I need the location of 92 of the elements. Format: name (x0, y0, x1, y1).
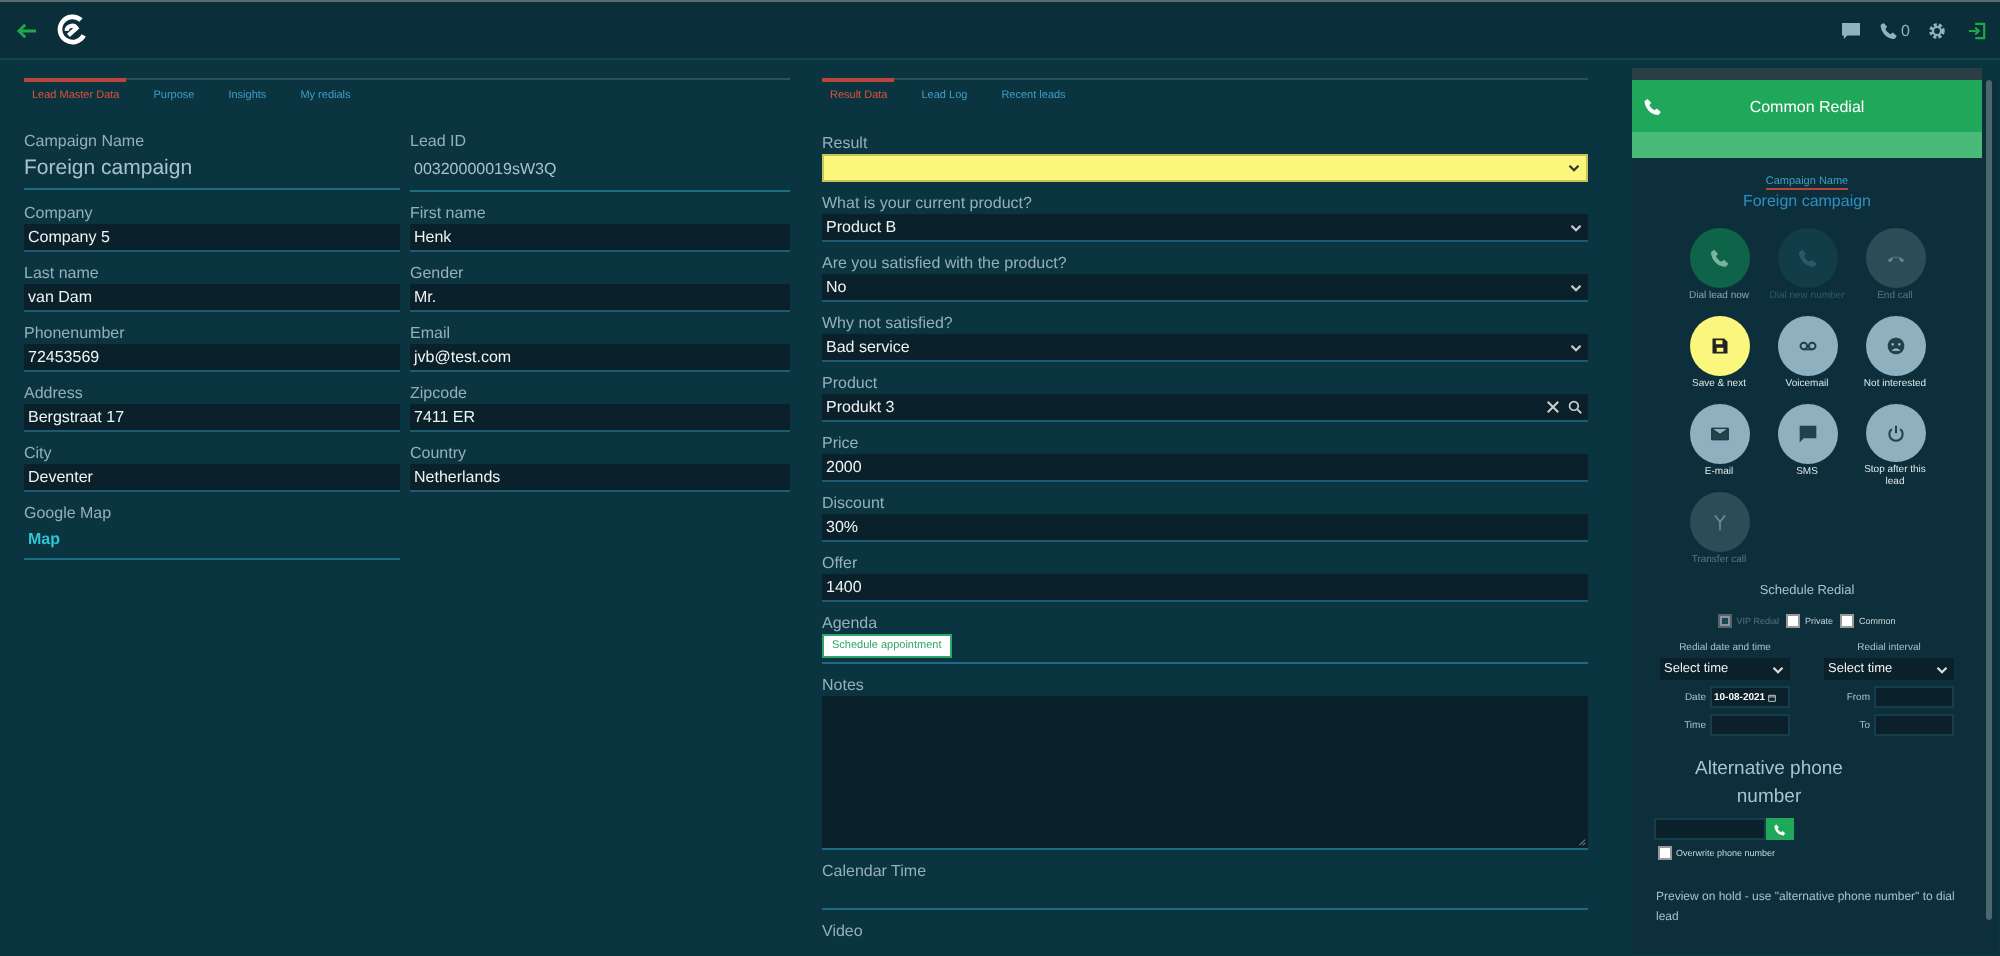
chevron-down-icon (1570, 343, 1582, 351)
field-label: Email (410, 322, 453, 344)
input-field[interactable]: Bergstraat 17 (24, 404, 400, 432)
chevron-down-icon (1936, 665, 1948, 673)
dropdown[interactable]: Product B (822, 214, 1588, 242)
field-label: Lead ID (410, 130, 469, 152)
field-label: Country (410, 442, 469, 464)
field-label: Why not satisfied? (822, 312, 955, 334)
time-field[interactable] (1710, 714, 1790, 736)
input-field[interactable]: Mr. (410, 284, 790, 312)
phone-icon (1797, 248, 1817, 268)
field-label: Google Map (24, 502, 114, 524)
voicemail-icon (1797, 336, 1817, 356)
field-label: Phonenumber (24, 322, 127, 344)
settings-icon[interactable] (1928, 21, 1946, 39)
field-label: Product (822, 372, 880, 394)
field-label: What is your current product? (822, 192, 1034, 214)
field-label: Gender (410, 262, 466, 284)
field-label: Price (822, 432, 861, 454)
checkbox[interactable] (1658, 846, 1672, 860)
input-field[interactable]: 72453569 (24, 344, 400, 372)
calendar-icon[interactable] (1767, 693, 1776, 701)
field-label: Video (822, 920, 865, 942)
field-label: Last name (24, 262, 101, 284)
split-arrow-icon (1709, 512, 1729, 532)
campaign-name: Foreign campaign (1742, 192, 1872, 210)
action-button[interactable] (1865, 316, 1925, 376)
logo-icon (54, 12, 90, 48)
phone-icon (1644, 97, 1662, 115)
dial-button[interactable] (1766, 818, 1794, 840)
search-icon[interactable] (1568, 400, 1582, 414)
input-field[interactable]: 2000 (822, 454, 1588, 482)
action-button[interactable] (1689, 404, 1749, 464)
notes-field[interactable] (822, 696, 1588, 850)
phone-icon (1709, 248, 1729, 268)
chevron-down-icon (1570, 283, 1582, 291)
field-label: Agenda (822, 612, 880, 634)
back-arrow-icon[interactable] (16, 21, 38, 39)
input-field[interactable]: Company 5 (24, 224, 400, 252)
action-button[interactable] (1689, 316, 1749, 376)
checkbox[interactable] (1786, 614, 1801, 628)
map-link[interactable]: Map (24, 524, 400, 560)
field-label: Discount (822, 492, 887, 514)
panel-title: Common Redial (1749, 97, 1865, 115)
dropdown[interactable]: No (822, 274, 1588, 302)
call-count: 0 (1901, 21, 1910, 39)
campaign-name: Foreign campaign (24, 152, 400, 190)
action-button[interactable] (1777, 316, 1837, 376)
field-label: First name (410, 202, 488, 224)
input-field[interactable]: Henk (410, 224, 790, 252)
chevron-down-icon (1772, 665, 1784, 673)
input-field[interactable]: 30% (822, 514, 1588, 542)
field-label: Notes (822, 674, 866, 696)
search-field[interactable]: Produkt 3 (822, 394, 1588, 422)
logout-icon[interactable] (1968, 21, 1986, 39)
action-button[interactable] (1777, 404, 1837, 464)
chat-icon[interactable] (1841, 21, 1860, 39)
field-label: Address (24, 382, 85, 404)
input-field[interactable]: van Dam (24, 284, 400, 312)
field-label: Company (24, 202, 95, 224)
alternative-phone-title: Alternative phone number (1693, 756, 1845, 812)
dropdown[interactable]: Bad service (822, 334, 1588, 362)
to-field[interactable] (1874, 714, 1954, 736)
envelope-icon (1709, 424, 1729, 444)
field-label: Are you satisfied with the product? (822, 252, 1069, 274)
phone-icon[interactable] (1879, 21, 1898, 39)
checkbox[interactable] (1840, 614, 1855, 628)
sad-face-icon (1885, 336, 1905, 356)
scrollbar[interactable] (1982, 80, 1998, 954)
resize-handle-icon[interactable] (1578, 838, 1586, 846)
input-field[interactable]: Netherlands (410, 464, 790, 492)
field-label: Offer (822, 552, 860, 574)
field-label: Campaign Name (24, 130, 147, 152)
power-icon (1885, 423, 1905, 443)
lead-id: 00320000019sW3Q (410, 152, 790, 192)
clear-icon[interactable] (1546, 400, 1560, 414)
chat-bubble-icon (1797, 424, 1817, 444)
phone-icon (1774, 823, 1786, 835)
field-label: Result (822, 132, 870, 154)
from-field[interactable] (1874, 686, 1954, 708)
input-field[interactable]: 7411 ER (410, 404, 790, 432)
phone-input[interactable] (1654, 818, 1766, 840)
field-label: Calendar Time (822, 860, 929, 882)
chevron-down-icon (1568, 164, 1580, 172)
input-field[interactable]: jvb@test.com (410, 344, 790, 372)
action-button[interactable] (1689, 228, 1749, 288)
field-label: Zipcode (410, 382, 469, 404)
input-field[interactable]: Deventer (24, 464, 400, 492)
action-button[interactable] (1865, 404, 1925, 462)
chevron-down-icon (1570, 223, 1582, 231)
input-field[interactable]: 1400 (822, 574, 1588, 602)
field-label: City (24, 442, 54, 464)
